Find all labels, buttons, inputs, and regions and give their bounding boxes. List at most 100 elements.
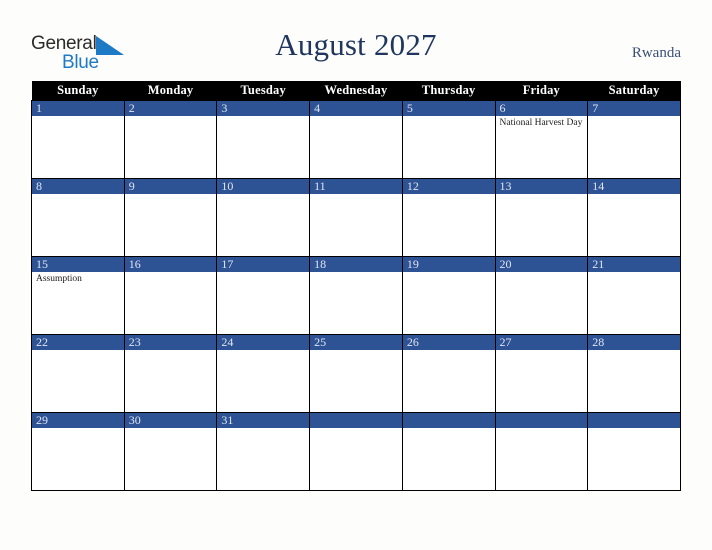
day-cell-content [495,413,588,490]
day-number [495,413,588,428]
day-cell-content: 26 [402,335,495,412]
day-cell-content: 25 [310,335,402,412]
page-header: General Blue August 2027 Rwanda [0,0,712,81]
calendar-day-cell[interactable]: 27 [494,334,589,413]
day-cell-content: 24 [217,335,310,412]
calendar-day-cell[interactable]: 21 [587,256,681,335]
day-cell-content: 21 [588,257,680,334]
calendar-day-cell[interactable]: 8 [31,178,125,257]
calendar-day-cell[interactable] [587,412,681,491]
calendar-body: 1 2 3 4 5 6 National Harvest Day 7 8 9 10 11 12 13 14 1… [31,100,681,491]
day-number: 24 [217,335,310,350]
calendar-day-cell[interactable]: 15 Assumption [31,256,125,335]
holiday-event: Assumption [36,274,82,284]
calendar-day-cell[interactable]: 23 [123,334,218,413]
calendar-day-cell[interactable] [401,412,496,491]
calendar-week-row: 15 Assumption 16 17 18 19 20 21 [31,256,681,335]
day-events: National Harvest Day [496,116,588,129]
calendar-day-cell[interactable]: 13 [494,178,589,257]
day-cell-content [310,413,402,490]
calendar-week-row: 29 30 31 [31,412,681,491]
day-cell-content: 15 Assumption [32,257,124,334]
day-number: 14 [588,179,680,194]
day-number: 5 [402,101,495,116]
calendar-day-cell[interactable]: 22 [31,334,125,413]
day-number: 13 [495,179,588,194]
day-number: 4 [310,101,402,116]
calendar-header-row: Sunday Monday Tuesday Wednesday Thursday… [31,81,681,101]
day-number: 19 [402,257,495,272]
calendar-day-cell[interactable]: 18 [309,256,403,335]
day-number: 1 [32,101,124,116]
day-number: 30 [124,413,217,428]
weekday-header-thursday: Thursday [402,81,496,101]
day-number: 8 [32,179,124,194]
day-number [310,413,402,428]
calendar-day-cell[interactable]: 31 [216,412,311,491]
day-number: 26 [402,335,495,350]
day-number: 2 [124,101,217,116]
calendar-day-cell[interactable] [309,412,403,491]
day-cell-content: 1 [32,101,124,178]
calendar-day-cell[interactable]: 3 [216,100,311,179]
calendar-day-cell[interactable]: 16 [123,256,218,335]
calendar-day-cell[interactable]: 30 [123,412,218,491]
day-number: 27 [495,335,588,350]
day-number: 6 [495,101,588,116]
day-cell-content: 28 [588,335,680,412]
day-cell-content: 16 [124,257,217,334]
day-number: 28 [588,335,680,350]
page-title: August 2027 [275,27,437,62]
day-number: 20 [495,257,588,272]
calendar-day-cell[interactable]: 14 [587,178,681,257]
calendar-day-cell[interactable]: 5 [401,100,496,179]
calendar-day-cell[interactable]: 24 [216,334,311,413]
holiday-event: National Harvest Day [499,118,583,128]
day-number: 31 [217,413,310,428]
day-cell-content: 18 [310,257,402,334]
day-cell-content: 8 [32,179,124,256]
day-number: 7 [588,101,680,116]
day-cell-content: 11 [310,179,402,256]
calendar-day-cell[interactable] [494,412,589,491]
calendar-day-cell[interactable]: 2 [123,100,218,179]
calendar-day-cell[interactable]: 29 [31,412,125,491]
day-number: 29 [32,413,124,428]
day-events: Assumption [32,272,124,285]
day-cell-content: 10 [217,179,310,256]
calendar-week-row: 8 9 10 11 12 13 14 [31,178,681,257]
calendar-day-cell[interactable]: 10 [216,178,311,257]
calendar-week-row: 1 2 3 4 5 6 National Harvest Day 7 [31,100,681,179]
calendar-table: Sunday Monday Tuesday Wednesday Thursday… [31,81,681,491]
calendar-day-cell[interactable]: 6 National Harvest Day [494,100,589,179]
country-label: Rwanda [631,45,681,61]
calendar-day-cell[interactable]: 4 [309,100,403,179]
day-cell-content [402,413,495,490]
day-cell-content: 2 [124,101,217,178]
calendar-day-cell[interactable]: 28 [587,334,681,413]
calendar-day-cell[interactable]: 20 [494,256,589,335]
day-cell-content: 20 [495,257,588,334]
calendar-day-cell[interactable]: 9 [123,178,218,257]
day-number [402,413,495,428]
calendar-day-cell[interactable]: 19 [401,256,496,335]
day-number: 22 [32,335,124,350]
day-cell-content: 9 [124,179,217,256]
calendar-day-cell[interactable]: 25 [309,334,403,413]
calendar-day-cell[interactable]: 26 [401,334,496,413]
day-cell-content: 23 [124,335,217,412]
day-number: 15 [32,257,124,272]
calendar-day-cell[interactable]: 1 [31,100,125,179]
calendar-day-cell[interactable]: 12 [401,178,496,257]
day-cell-content: 13 [495,179,588,256]
calendar-day-cell[interactable]: 17 [216,256,311,335]
weekday-header-saturday: Saturday [587,81,681,101]
day-cell-content: 7 [588,101,680,178]
day-number: 12 [402,179,495,194]
calendar-week-row: 22 23 24 25 26 27 28 [31,334,681,413]
calendar-day-cell[interactable]: 11 [309,178,403,257]
day-number: 11 [310,179,402,194]
day-number: 10 [217,179,310,194]
day-cell-content: 14 [588,179,680,256]
calendar-day-cell[interactable]: 7 [587,100,681,179]
